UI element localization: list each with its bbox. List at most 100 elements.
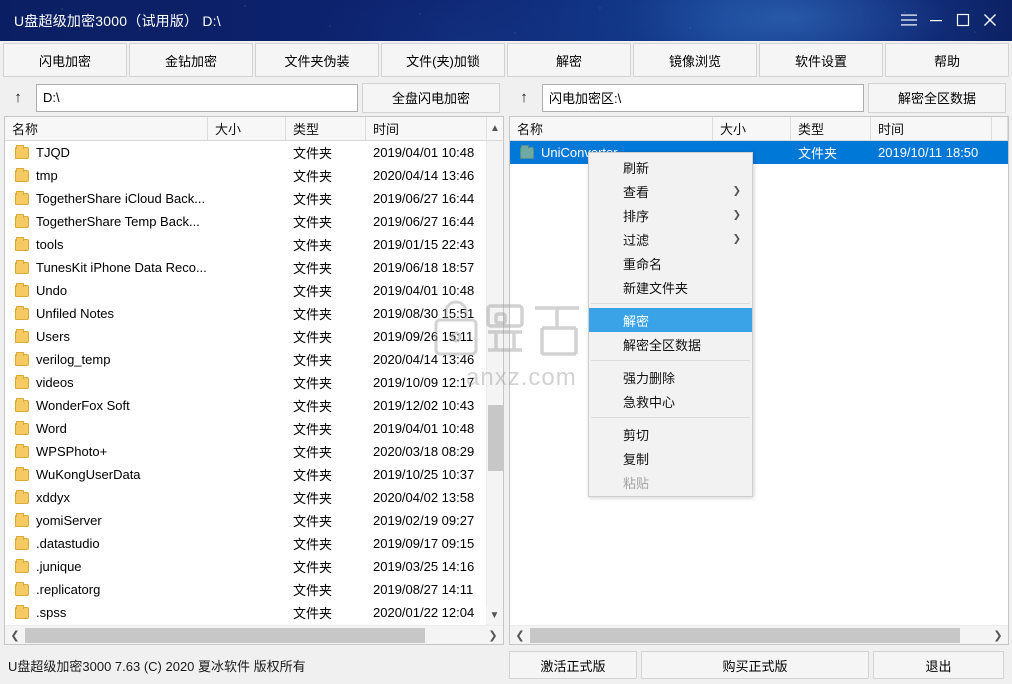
table-row[interactable]: TunesKit iPhone Data Reco... 文件夹 2019/06/1… bbox=[5, 256, 503, 279]
file-name-label: .datastudio bbox=[36, 536, 100, 551]
table-row[interactable]: yomiServer 文件夹 2019/02/19 09:27 bbox=[5, 509, 503, 532]
right-horizontal-scrollbar[interactable]: ❮ ❯ bbox=[510, 625, 1008, 644]
left-column-size[interactable]: 大小 bbox=[208, 117, 286, 140]
table-row[interactable]: UniConverter 文件夹 2019/10/11 18:50 bbox=[510, 141, 1008, 164]
table-row[interactable]: Unfiled Notes 文件夹 2019/08/30 15:51 bbox=[5, 302, 503, 325]
right-scroll-left-arrow[interactable]: ❮ bbox=[510, 627, 530, 644]
context-menu-item[interactable]: 过滤 ❯ bbox=[589, 227, 752, 251]
left-up-directory-button[interactable]: ↑ bbox=[3, 83, 33, 112]
toolbar-button-decrypt[interactable]: 解密 bbox=[507, 43, 631, 77]
right-column-time[interactable]: 时间 bbox=[871, 117, 992, 140]
table-row[interactable]: Word 文件夹 2019/04/01 10:48 bbox=[5, 417, 503, 440]
folder-icon bbox=[15, 421, 29, 435]
context-menu-item[interactable]: 重命名 bbox=[589, 251, 752, 275]
left-scroll-down-arrow[interactable]: ▼ bbox=[486, 606, 503, 624]
right-column-name[interactable]: 名称 bbox=[510, 117, 713, 140]
toolbar-button-diamond-encrypt[interactable]: 金钻加密 bbox=[129, 43, 253, 77]
left-scroll-left-arrow[interactable]: ❮ bbox=[5, 627, 25, 644]
left-horizontal-scrollbar[interactable]: ❮ ❯ bbox=[5, 625, 503, 644]
cell-time: 2020/03/18 08:29 bbox=[373, 444, 475, 459]
right-column-spacer bbox=[992, 117, 1008, 140]
context-menu-item[interactable]: 复制 bbox=[589, 446, 752, 470]
context-menu-item[interactable]: 急救中心 bbox=[589, 389, 752, 413]
table-row[interactable]: tmp 文件夹 2020/04/14 13:46 bbox=[5, 164, 503, 187]
table-row[interactable]: WPSPhoto+ 文件夹 2020/03/18 08:29 bbox=[5, 440, 503, 463]
context-menu-item[interactable]: 刷新 bbox=[589, 155, 752, 179]
close-icon[interactable] bbox=[977, 8, 1003, 32]
right-hscrollbar-thumb[interactable] bbox=[530, 627, 960, 643]
file-name-label: tools bbox=[36, 237, 64, 252]
left-column-name[interactable]: 名称 bbox=[5, 117, 208, 140]
cell-type: 文件夹 bbox=[293, 238, 333, 253]
toolbar-button-flash-encrypt[interactable]: 闪电加密 bbox=[3, 43, 127, 77]
toolbar-button-mirror-browse[interactable]: 镜像浏览 bbox=[633, 43, 757, 77]
cell-name: Word bbox=[5, 421, 208, 436]
table-row[interactable]: tools 文件夹 2019/01/15 22:43 bbox=[5, 233, 503, 256]
table-row[interactable]: TogetherShare iCloud Back... 文件夹 2019/06/2… bbox=[5, 187, 503, 210]
cell-name: WuKongUserData bbox=[5, 467, 208, 482]
left-vertical-scrollbar[interactable] bbox=[486, 141, 503, 626]
left-scrollbar-thumb[interactable] bbox=[488, 405, 503, 471]
context-menu-item[interactable]: 解密 bbox=[589, 308, 752, 332]
table-row[interactable]: TJQD 文件夹 2019/04/01 10:48 bbox=[5, 141, 503, 164]
context-menu-item[interactable]: 解密全区数据 bbox=[589, 332, 752, 356]
left-scroll-up-arrow[interactable]: ▲ bbox=[486, 117, 503, 140]
right-column-size[interactable]: 大小 bbox=[713, 117, 791, 140]
right-path-input[interactable]: 闪电加密区:\ bbox=[542, 83, 864, 112]
table-row[interactable]: .spss 文件夹 2020/01/22 12:04 bbox=[5, 601, 503, 624]
context-menu-item[interactable]: 剪切 bbox=[589, 422, 752, 446]
exit-button[interactable]: 退出 bbox=[873, 651, 1004, 679]
context-menu-item[interactable]: 查看 ❯ bbox=[589, 179, 752, 203]
cell-name: Users bbox=[5, 329, 208, 344]
toolbar-button-help[interactable]: 帮助 bbox=[885, 43, 1009, 77]
cell-name: TogetherShare Temp Back... bbox=[5, 214, 208, 229]
table-row[interactable]: TogetherShare Temp Back... 文件夹 2019/06/27 … bbox=[5, 210, 503, 233]
context-menu-item[interactable]: 强力删除 bbox=[589, 365, 752, 389]
left-column-type[interactable]: 类型 bbox=[286, 117, 366, 140]
minimize-icon[interactable] bbox=[923, 8, 949, 32]
cell-name: .spss bbox=[5, 605, 208, 620]
hamburger-menu-icon[interactable] bbox=[896, 8, 922, 32]
left-column-header: 名称 大小 类型 时间 ▲ bbox=[5, 117, 503, 141]
table-row[interactable]: Users 文件夹 2019/09/26 15:11 bbox=[5, 325, 503, 348]
cell-name: videos bbox=[5, 375, 208, 390]
left-hscrollbar-thumb[interactable] bbox=[25, 627, 425, 643]
table-row[interactable]: .datastudio 文件夹 2019/09/17 09:15 bbox=[5, 532, 503, 555]
file-name-label: verilog_temp bbox=[36, 352, 111, 367]
cell-time: 2019/09/26 15:11 bbox=[373, 329, 474, 344]
toolbar-button-settings[interactable]: 软件设置 bbox=[759, 43, 883, 77]
context-menu-item[interactable]: 排序 ❯ bbox=[589, 203, 752, 227]
left-hscroll-track[interactable] bbox=[25, 627, 483, 644]
context-menu-item-label: 解密 bbox=[623, 313, 650, 329]
table-row[interactable]: .replicatorg 文件夹 2019/08/27 14:11 bbox=[5, 578, 503, 601]
table-row[interactable]: verilog_temp 文件夹 2020/04/14 13:46 bbox=[5, 348, 503, 371]
table-row[interactable]: .junique 文件夹 2019/03/25 14:16 bbox=[5, 555, 503, 578]
cell-name: yomiServer bbox=[5, 513, 208, 528]
activate-license-button[interactable]: 激活正式版 bbox=[509, 651, 637, 679]
table-row[interactable]: WuKongUserData 文件夹 2019/10/25 10:37 bbox=[5, 463, 503, 486]
cell-time: 2020/04/02 13:58 bbox=[373, 490, 475, 505]
table-row[interactable]: videos 文件夹 2019/10/09 12:17 bbox=[5, 371, 503, 394]
toolbar-button-folder-disguise[interactable]: 文件夹伪装 bbox=[255, 43, 379, 77]
left-scroll-right-arrow[interactable]: ❯ bbox=[483, 627, 503, 644]
buy-license-button[interactable]: 购买正式版 bbox=[641, 651, 869, 679]
cell-type: 文件夹 bbox=[293, 445, 333, 460]
cell-type: 文件夹 bbox=[293, 192, 333, 207]
cell-type: 文件夹 bbox=[293, 606, 333, 621]
context-menu-item[interactable]: 新建文件夹 bbox=[589, 275, 752, 299]
left-path-input[interactable]: D:\ bbox=[36, 83, 358, 112]
table-row[interactable]: Undo 文件夹 2019/04/01 10:48 bbox=[5, 279, 503, 302]
left-column-time[interactable]: 时间 bbox=[366, 117, 487, 140]
table-row[interactable]: WonderFox Soft 文件夹 2019/12/02 10:43 bbox=[5, 394, 503, 417]
right-hscroll-track[interactable] bbox=[530, 627, 988, 644]
folder-icon bbox=[15, 283, 29, 297]
table-row[interactable]: xddyx 文件夹 2020/04/02 13:58 bbox=[5, 486, 503, 509]
toolbar-button-file-lock[interactable]: 文件(夹)加锁 bbox=[381, 43, 505, 77]
file-name-label: videos bbox=[36, 375, 74, 390]
right-up-directory-button[interactable]: ↑ bbox=[509, 83, 539, 112]
right-scroll-right-arrow[interactable]: ❯ bbox=[988, 627, 1008, 644]
right-column-type[interactable]: 类型 bbox=[791, 117, 871, 140]
maximize-icon[interactable] bbox=[950, 8, 976, 32]
encrypt-whole-disk-button[interactable]: 全盘闪电加密 bbox=[362, 82, 500, 113]
decrypt-whole-zone-button[interactable]: 解密全区数据 bbox=[868, 82, 1006, 113]
